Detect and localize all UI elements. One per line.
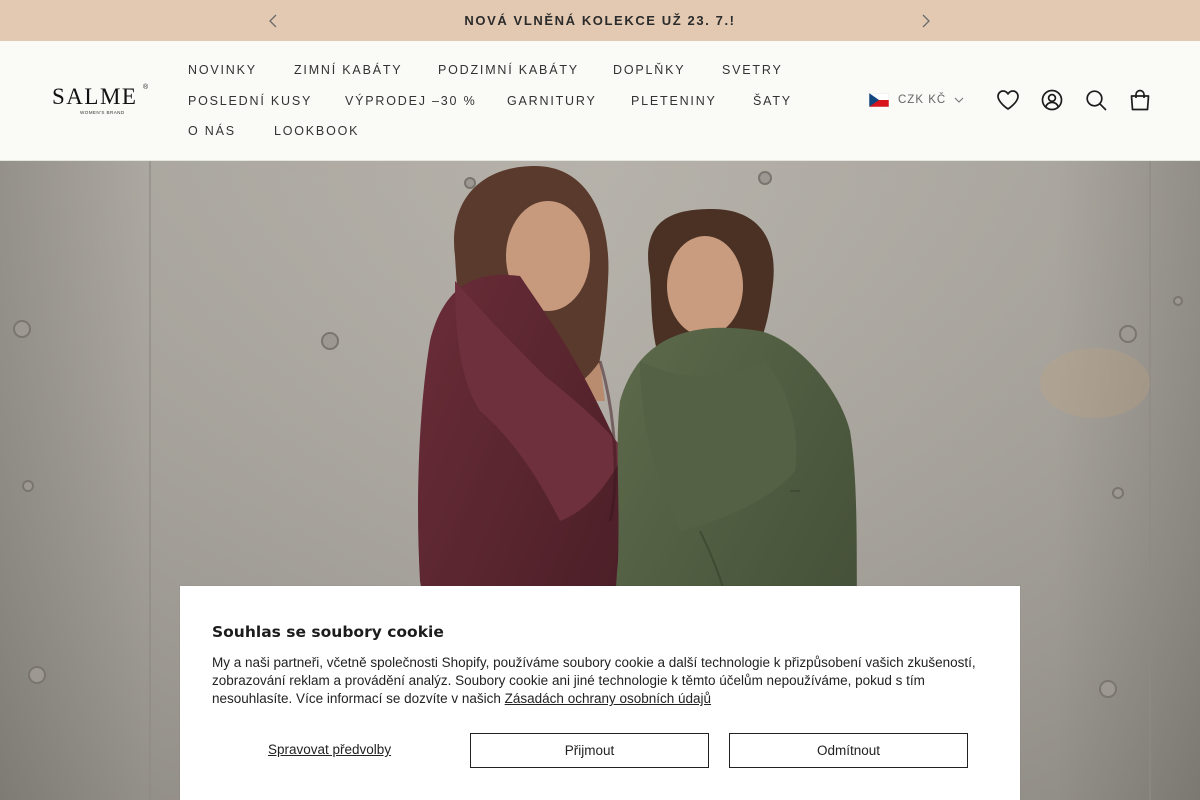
nav-item-svetry[interactable]: SVETRY [722, 63, 783, 77]
search-icon[interactable] [1083, 87, 1109, 113]
bag-icon[interactable] [1127, 87, 1153, 113]
nav-item-lookbook[interactable]: LOOKBOOK [274, 124, 359, 138]
cookie-dialog-body: My a naši partneři, včetně společnosti S… [212, 654, 1002, 708]
nav-item-posledni-kusy[interactable]: POSLEDNÍ KUSY [188, 94, 312, 108]
announcement-text: NOVÁ VLNĚNÁ KOLEKCE UŽ 23. 7.! [464, 13, 736, 28]
nav-item-saty[interactable]: ŠATY [753, 94, 792, 108]
site-header: SALME ® WOMEN'S BRAND NOVINKY ZIMNÍ KABÁ… [0, 41, 1200, 161]
nav-item-zimni-kabaty[interactable]: ZIMNÍ KABÁTY [294, 63, 402, 77]
accept-cookies-button[interactable]: Přijmout [470, 733, 709, 768]
nav-item-garnitury[interactable]: GARNITURY [507, 94, 597, 108]
nav-item-novinky[interactable]: NOVINKY [188, 63, 257, 77]
heart-icon[interactable] [995, 87, 1021, 113]
logo-registered-mark: ® [143, 84, 149, 91]
cookie-consent-dialog: Souhlas se soubory cookie My a naši part… [180, 586, 1020, 800]
logo-wordmark: SALME [52, 84, 138, 109]
decline-cookies-button[interactable]: Odmítnout [729, 733, 968, 768]
nav-item-o-nas[interactable]: O NÁS [188, 124, 236, 138]
main-navigation: NOVINKY ZIMNÍ KABÁTY PODZIMNÍ KABÁTY DOP… [188, 41, 848, 161]
currency-label: CZK KČ [898, 94, 947, 106]
cookie-dialog-title: Souhlas se soubory cookie [212, 623, 444, 641]
chevron-right-icon[interactable] [915, 10, 937, 32]
manage-preferences-link[interactable]: Spravovat předvolby [268, 742, 391, 757]
chevron-down-icon [954, 97, 964, 103]
czech-flag-icon [869, 93, 889, 107]
nav-item-podzimni-kabaty[interactable]: PODZIMNÍ KABÁTY [438, 63, 579, 77]
nav-item-pleteniny[interactable]: PLETENINY [631, 94, 717, 108]
account-icon[interactable] [1039, 87, 1065, 113]
logo-tagline: WOMEN'S BRAND [80, 110, 125, 115]
logo[interactable]: SALME ® WOMEN'S BRAND [52, 84, 152, 119]
nav-item-vyprodej[interactable]: VÝPRODEJ –30 % [345, 94, 477, 108]
privacy-policy-link[interactable]: Zásadách ochrany osobních údajů [505, 691, 711, 706]
announcement-bar: NOVÁ VLNĚNÁ KOLEKCE UŽ 23. 7.! [0, 0, 1200, 41]
nav-item-doplnky[interactable]: DOPLŇKY [613, 63, 685, 77]
currency-selector[interactable]: CZK KČ [869, 91, 965, 109]
